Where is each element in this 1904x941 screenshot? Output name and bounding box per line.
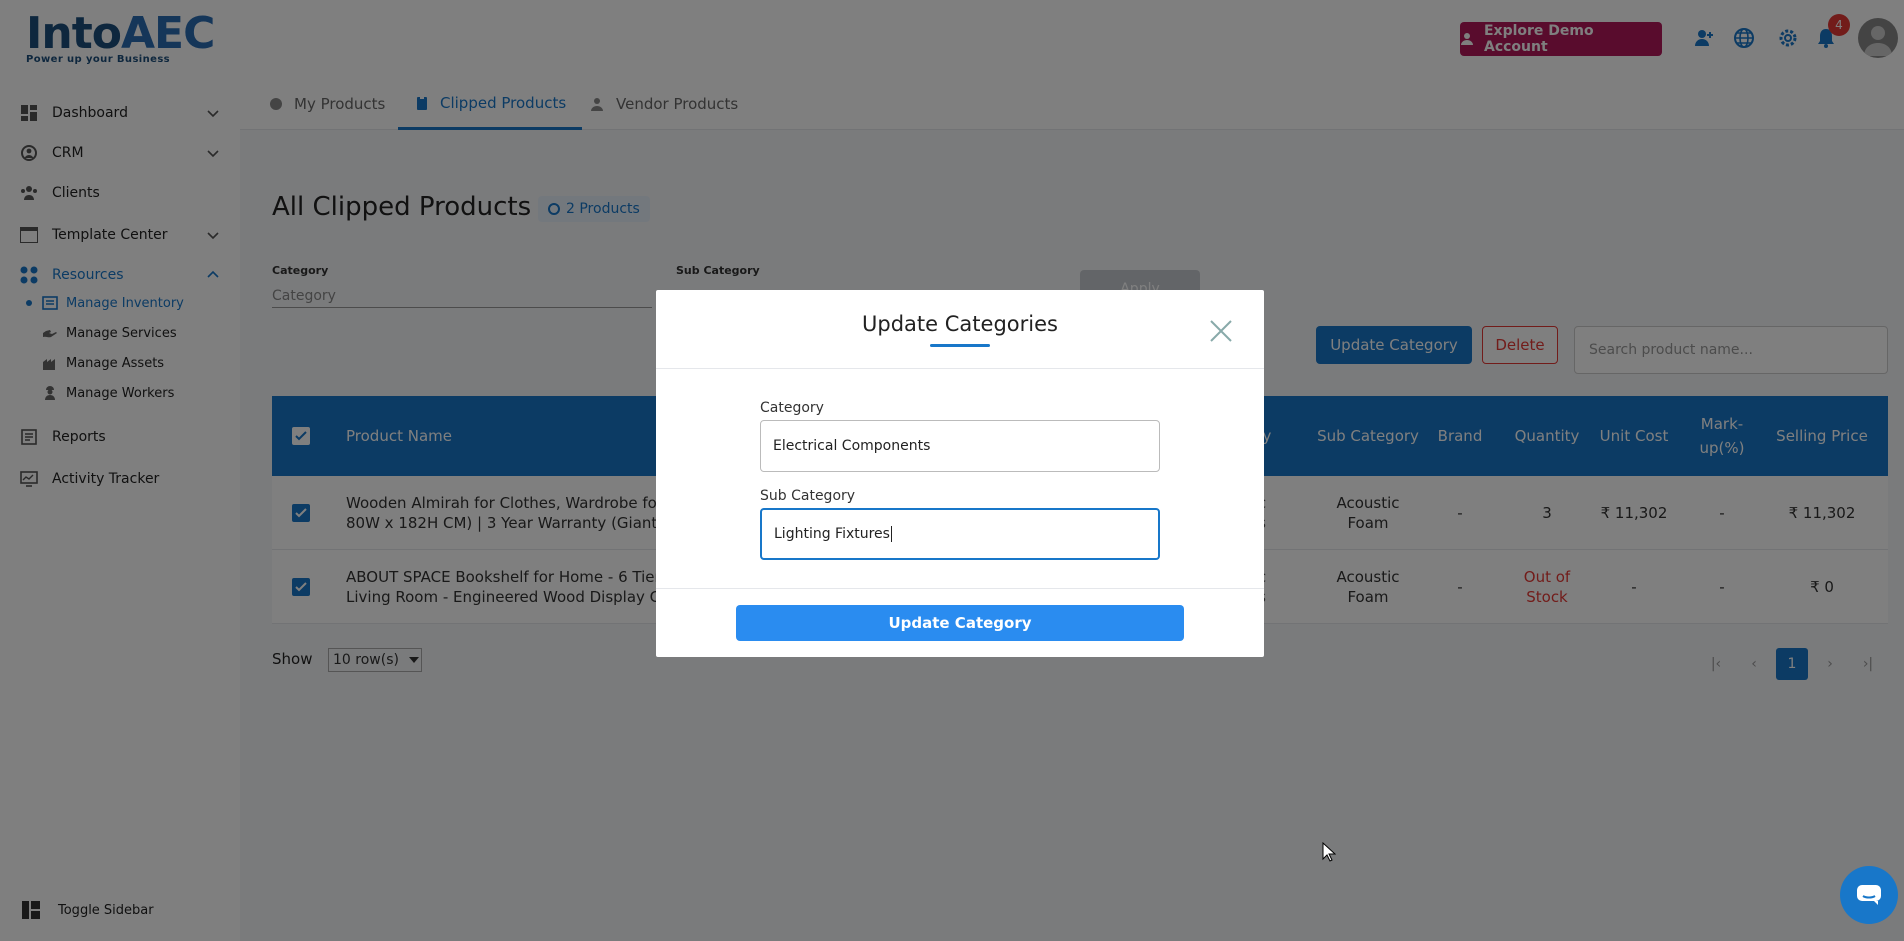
category-label: Category xyxy=(760,400,824,416)
close-icon[interactable] xyxy=(1208,318,1234,344)
category-field-value: Electrical Components xyxy=(773,438,931,454)
sub-category-field[interactable]: Lighting Fixtures xyxy=(760,508,1160,560)
text-caret xyxy=(890,526,892,542)
mouse-cursor-icon xyxy=(1322,842,1336,862)
update-category-submit-button[interactable]: Update Category xyxy=(736,605,1184,641)
chat-icon[interactable] xyxy=(1840,866,1898,924)
category-field[interactable]: Electrical Components xyxy=(760,420,1160,472)
sub-category-label: Sub Category xyxy=(760,488,856,504)
modal-title: Update Categories xyxy=(862,312,1058,336)
sub-category-field-value: Lighting Fixtures xyxy=(774,526,890,542)
update-categories-modal: Update Categories Category Electrical Co… xyxy=(656,290,1264,657)
title-underline xyxy=(930,344,990,347)
divider xyxy=(656,588,1264,589)
divider xyxy=(656,368,1264,369)
